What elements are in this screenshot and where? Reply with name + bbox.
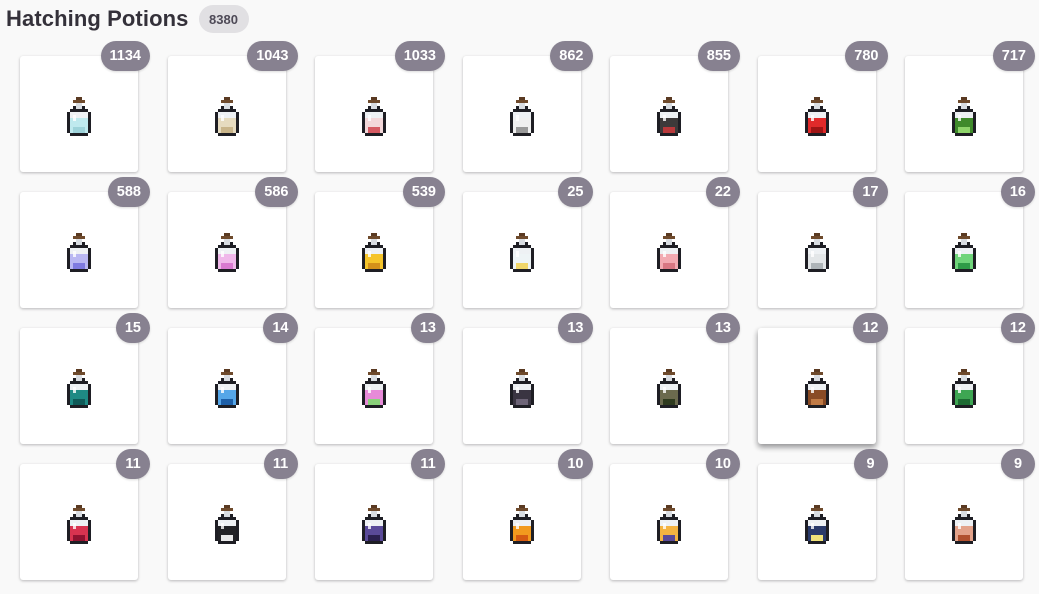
item-card[interactable]: 17 xyxy=(757,177,888,308)
cotton-candy-pink-potion-icon xyxy=(203,230,251,278)
glass-potion-icon xyxy=(350,366,398,414)
cactus-potion-icon xyxy=(940,94,988,142)
peppermint-potion-icon xyxy=(645,230,693,278)
item-count-badge: 17 xyxy=(853,177,888,207)
item-card[interactable]: 11 xyxy=(20,449,150,580)
item-card[interactable]: 22 xyxy=(610,177,740,308)
item-count-badge: 1134 xyxy=(100,41,150,71)
red-potion-icon xyxy=(793,94,841,142)
item-card[interactable]: 14 xyxy=(167,313,298,444)
item-card[interactable]: 16 xyxy=(905,177,1035,308)
item-card[interactable]: 10 xyxy=(462,449,593,580)
item-card[interactable]: 855 xyxy=(610,41,740,172)
item-card[interactable]: 11 xyxy=(315,449,445,580)
item-count-badge: 12 xyxy=(1000,313,1035,343)
item-card[interactable]: 9 xyxy=(757,449,888,580)
item-grid: 1134 1043 1033 862 855 780 717 588 586 539 25 22 17 1… xyxy=(20,41,1035,580)
copper-potion-icon xyxy=(940,502,988,550)
zombie-potion-icon xyxy=(645,94,693,142)
slime-potion-icon xyxy=(940,366,988,414)
item-card[interactable]: 15 xyxy=(20,313,150,444)
item-count-badge: 12 xyxy=(853,313,888,343)
item-count-badge: 586 xyxy=(255,177,298,207)
fire-potion-icon xyxy=(498,502,546,550)
item-count-badge: 1043 xyxy=(247,41,298,71)
item-count-badge: 13 xyxy=(410,313,445,343)
cotton-candy-blue-potion-icon xyxy=(55,230,103,278)
item-card[interactable]: 12 xyxy=(757,313,888,444)
item-card[interactable]: 13 xyxy=(315,313,445,444)
item-card[interactable]: 588 xyxy=(20,177,150,308)
item-count-badge: 1033 xyxy=(394,41,445,71)
item-card[interactable]: 25 xyxy=(462,177,593,308)
red-white-potion-icon xyxy=(350,94,398,142)
rainbow-potion-icon xyxy=(498,230,546,278)
item-count-badge: 10 xyxy=(558,449,593,479)
item-count-badge: 9 xyxy=(853,449,888,479)
item-card[interactable]: 780 xyxy=(757,41,888,172)
item-count-badge: 9 xyxy=(1001,449,1035,479)
frost-potion-icon xyxy=(793,230,841,278)
item-count-badge: 13 xyxy=(558,313,593,343)
bronze-potion-icon xyxy=(793,366,841,414)
item-count-badge: 15 xyxy=(115,313,150,343)
item-card[interactable]: 862 xyxy=(462,41,593,172)
item-count-badge: 14 xyxy=(263,313,298,343)
ruby-potion-icon xyxy=(55,502,103,550)
thunderstorm-potion-icon xyxy=(203,502,251,550)
item-count-badge: 862 xyxy=(550,41,593,71)
item-card[interactable]: 539 xyxy=(315,177,445,308)
item-count-badge: 855 xyxy=(697,41,740,71)
skeleton-potion-icon xyxy=(498,94,546,142)
item-count-badge: 13 xyxy=(705,313,740,343)
item-card[interactable]: 717 xyxy=(905,41,1035,172)
ghost-potion-icon xyxy=(940,230,988,278)
moss-potion-icon xyxy=(645,366,693,414)
item-count-badge: 780 xyxy=(845,41,888,71)
item-count-badge: 25 xyxy=(558,177,593,207)
base-potion-icon xyxy=(55,94,103,142)
item-count-badge: 10 xyxy=(705,449,740,479)
item-count-badge: 11 xyxy=(411,449,445,479)
item-card[interactable]: 12 xyxy=(905,313,1035,444)
cosmic-potion-icon xyxy=(793,502,841,550)
item-card[interactable]: 10 xyxy=(610,449,740,580)
item-count-badge: 717 xyxy=(992,41,1035,71)
section-header: Hatching Potions 8380 xyxy=(6,4,249,34)
item-card[interactable]: 1134 xyxy=(20,41,150,172)
item-count-badge: 16 xyxy=(1000,177,1035,207)
item-count-badge: 539 xyxy=(402,177,445,207)
item-card[interactable]: 9 xyxy=(905,449,1035,580)
item-card[interactable]: 13 xyxy=(462,313,593,444)
total-count-badge: 8380 xyxy=(198,5,249,33)
page-title: Hatching Potions xyxy=(6,6,189,31)
sunshine-potion-icon xyxy=(645,502,693,550)
shadow-potion-icon xyxy=(498,366,546,414)
vampire-potion-icon xyxy=(350,502,398,550)
item-card[interactable]: 1043 xyxy=(167,41,298,172)
item-card[interactable]: 1033 xyxy=(315,41,445,172)
item-count-badge: 11 xyxy=(263,449,298,479)
desert-potion-icon xyxy=(203,94,251,142)
item-card[interactable]: 13 xyxy=(610,313,740,444)
item-count-badge: 588 xyxy=(107,177,150,207)
item-count-badge: 22 xyxy=(705,177,740,207)
aquatic-potion-icon xyxy=(55,366,103,414)
golden-potion-icon xyxy=(350,230,398,278)
celestial-potion-icon xyxy=(203,366,251,414)
item-card[interactable]: 11 xyxy=(167,449,298,580)
item-card[interactable]: 586 xyxy=(167,177,298,308)
item-count-badge: 11 xyxy=(116,449,150,479)
